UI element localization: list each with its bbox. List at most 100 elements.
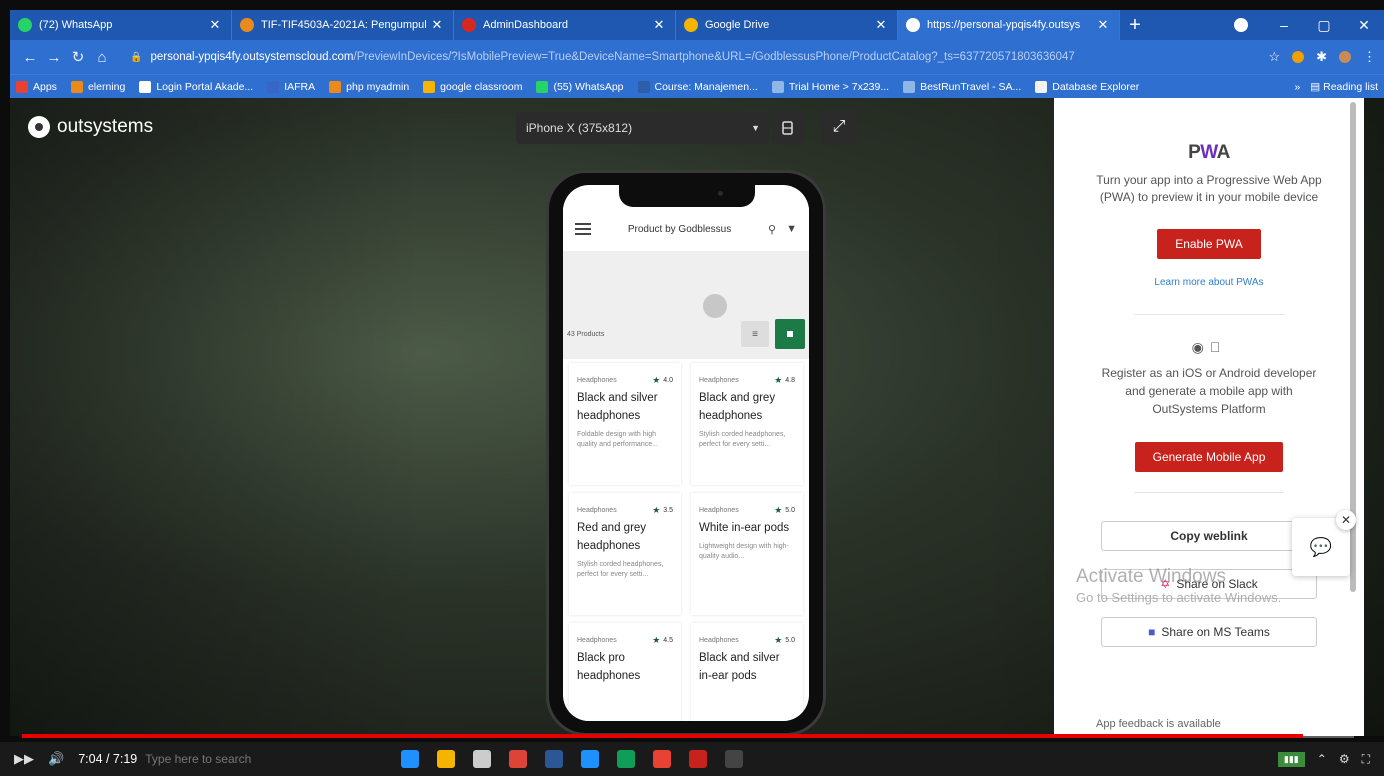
new-tab-button[interactable]: + [1120,10,1150,40]
tab-favicon-icon [684,18,698,32]
bookmark-item[interactable]: Trial Home > 7x239... [771,80,889,93]
reading-list-button[interactable]: ▤ Reading list [1310,81,1378,93]
extensions-puzzle-icon[interactable]: ✱ [1316,49,1327,65]
learn-more-link[interactable]: Learn more about PWAs [1054,277,1364,288]
chat-close-button[interactable]: ✕ [1336,510,1356,530]
kebab-menu-icon[interactable]: ⋮ [1363,49,1376,65]
chevron-down-icon: ▼ [751,123,760,133]
tab-close-icon[interactable]: ✕ [1095,17,1111,33]
bookmark-label: google classroom [440,80,523,93]
tab-close-icon[interactable]: ✕ [429,17,445,33]
more-bookmarks-icon[interactable]: » [1294,81,1300,93]
taskbar-app-icon[interactable] [401,750,420,768]
tab-close-icon[interactable]: ✕ [207,17,223,33]
reload-button[interactable]: ↻ [66,48,90,66]
forward-button[interactable]: → [42,49,66,66]
bookmark-label: php myadmin [346,80,410,93]
phone-notch [619,185,755,207]
bookmark-item[interactable]: elerning [70,80,125,93]
apple-icon:  [1210,339,1227,355]
bookmark-item[interactable]: php myadmin [329,80,410,93]
star-icon: ★ [652,375,661,385]
bookmark-item[interactable]: IAFRA [267,80,316,93]
tray-chevron-icon[interactable]: ⌃ [1317,752,1327,766]
taskbar-app-icon[interactable] [437,750,456,768]
avatar[interactable] [1339,51,1351,63]
maximize-button[interactable]: ▢ [1304,17,1344,34]
fullscreen-button[interactable]: ⤢ [822,110,856,144]
product-card[interactable]: Headphones ★ 4.5 Black pro headphones [569,623,681,721]
taskbar-app-icon[interactable] [581,750,600,768]
taskbar-app-icon[interactable] [725,750,744,768]
volume-icon[interactable]: 🔊 [48,751,64,767]
pwa-logo-a: A [1216,142,1231,163]
address-bar[interactable]: 🔒 personal-ypqis4fy.outsystemscloud.com … [122,45,1260,69]
pwa-logo-w: W [1200,142,1217,163]
minimize-button[interactable]: – [1264,17,1304,33]
close-window-button[interactable]: ✕ [1344,17,1384,34]
bookmark-item[interactable]: Course: Manajemen... [637,80,758,93]
bookmark-star-icon[interactable]: ☆ [1268,49,1280,65]
video-progress-fill [22,734,1304,738]
home-button[interactable]: ⌂ [90,49,114,66]
fullscreen-icon[interactable]: ⛶ [1362,752,1370,767]
rotate-icon [782,121,793,135]
search-icon[interactable]: ⚲ [768,223,776,236]
filter-icon[interactable]: ▼ [786,223,797,236]
browser-tab[interactable]: https://personal-ypqis4fy.outsys ✕ [898,10,1120,40]
product-card[interactable]: Headphones ★ 4.8 Black and grey headphones S… [691,363,803,485]
device-select[interactable]: iPhone X (375x812) ▼ [516,112,770,144]
taskbar-app-icon[interactable] [689,750,708,768]
taskbar-search[interactable]: Type here to search [145,752,251,766]
bookmark-item[interactable]: BestRunTravel - SA... [903,80,1021,93]
bookmark-label: Database Explorer [1052,80,1140,93]
video-progress-bar[interactable] [22,734,1354,738]
taskbar-app-icon[interactable] [653,750,672,768]
bookmark-favicon-icon [423,80,436,93]
tab-close-icon[interactable]: ✕ [873,17,889,33]
bookmark-item[interactable]: google classroom [423,80,523,93]
product-card[interactable]: Headphones ★ 3.5 Red and grey headphones Sty… [569,493,681,615]
browser-tab[interactable]: TIF-TIF4503A-2021A: Pengumpul ✕ [232,10,454,40]
browser-tab[interactable]: Google Drive ✕ [676,10,898,40]
profile-icon[interactable] [1234,18,1248,32]
bookmark-item[interactable]: Database Explorer [1035,80,1140,93]
list-view-button[interactable]: ≡ [741,321,769,347]
settings-gear-icon[interactable]: ⚙ [1339,752,1350,766]
outsystems-logo: outsystems [28,116,153,138]
bookmarks-right: » ▤ Reading list [1294,81,1378,93]
product-card[interactable]: Headphones ★ 4.0 Black and silver headphone… [569,363,681,485]
grid-view-button[interactable] [775,319,805,349]
product-card[interactable]: Headphones ★ 5.0 Black and silver in-ear po… [691,623,803,721]
next-video-icon[interactable]: ▶▶ [14,751,34,767]
rotate-device-button[interactable] [772,112,804,144]
taskbar-app-icon[interactable] [617,750,636,768]
tab-close-icon[interactable]: ✕ [651,17,667,33]
browser-tab[interactable]: AdminDashboard ✕ [454,10,676,40]
back-button[interactable]: ← [18,49,42,66]
taskbar-app-icon[interactable] [545,750,564,768]
taskbar-app-icon[interactable] [509,750,528,768]
hamburger-menu-icon[interactable] [575,220,591,238]
battery-icon[interactable]: ▮▮▮ [1277,751,1305,767]
bookmark-item[interactable]: (55) WhatsApp [536,80,624,93]
share-on-teams-button[interactable]: ■ Share on MS Teams [1101,616,1317,647]
extension-icon[interactable] [1292,51,1305,63]
generate-mobile-app-button[interactable]: Generate Mobile App [1134,441,1284,472]
taskbar: ▶▶ 🔊 7:04 / 7:19 Type here to search ▮▮▮… [0,742,1384,776]
bookmark-item[interactable]: Apps [16,80,57,93]
bookmark-label: IAFRA [284,80,316,93]
bookmark-item[interactable]: Login Portal Akade... [139,80,253,93]
lock-icon[interactable]: 🔒 [130,52,142,63]
enable-pwa-button[interactable]: Enable PWA [1157,228,1261,259]
taskbar-app-icon[interactable] [473,750,492,768]
copy-weblink-button[interactable]: Copy weblink [1101,520,1317,551]
product-card[interactable]: Headphones ★ 5.0 White in-ear pods Lightweig… [691,493,803,615]
video-time: 7:04 / 7:19 [78,752,138,766]
browser-toolbar: ← → ↻ ⌂ 🔒 personal-ypqis4fy.outsystemscl… [10,40,1384,74]
browser-tab[interactable]: (72) WhatsApp ✕ [10,10,232,40]
app-header: Product by Godblessus ⚲ ▼ [563,207,809,251]
android-icon: ◉ [1191,338,1210,355]
product-count: 43 Products [567,331,605,338]
product-name: White in-ear pods [699,522,790,534]
